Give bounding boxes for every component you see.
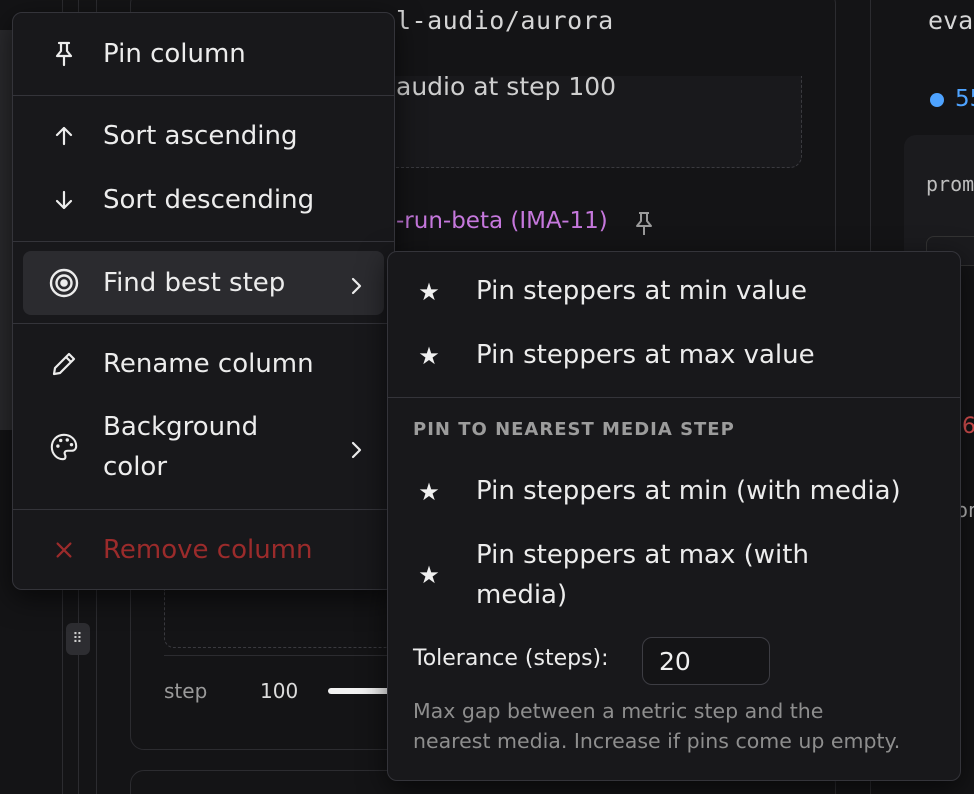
- status-dot: [930, 93, 944, 107]
- left-strip: [0, 30, 12, 430]
- pin-max-media-label-line2: media): [476, 580, 568, 610]
- arrow-down-icon: [43, 179, 85, 221]
- remove-column-item[interactable]: Remove column: [23, 529, 384, 571]
- menu-separator: [13, 95, 394, 96]
- pin-max-value-label: Pin steppers at max value: [476, 340, 815, 370]
- right-column-header: eva: [928, 6, 974, 35]
- right-red-value: 6: [962, 414, 974, 439]
- sort-ascending-item[interactable]: Sort ascending: [23, 115, 384, 157]
- step-value: 100: [260, 679, 299, 703]
- star-icon: ★: [418, 278, 440, 306]
- pin-column-label: Pin column: [103, 39, 246, 69]
- pin-min-value-item[interactable]: ★ Pin steppers at min value: [388, 271, 960, 313]
- menu-separator: [13, 241, 394, 242]
- target-icon: [43, 262, 85, 304]
- arrow-up-icon: [43, 115, 85, 157]
- pin-column-item[interactable]: Pin column: [23, 33, 384, 75]
- background-color-label-line1: Background: [103, 412, 259, 442]
- pin-max-media-label: Pin steppers at max (with media): [476, 535, 809, 615]
- remove-column-label: Remove column: [103, 535, 313, 565]
- sort-descending-label: Sort descending: [103, 185, 315, 215]
- palette-icon: [43, 426, 85, 468]
- step-slider[interactable]: [328, 688, 390, 694]
- pin-min-media-label: Pin steppers at min (with media): [476, 476, 901, 506]
- pin-icon: [43, 33, 85, 75]
- help-line-2: nearest media. Increase if pins come up …: [413, 729, 901, 753]
- star-icon: ★: [418, 561, 440, 589]
- section-header: PIN TO NEAREST MEDIA STEP: [413, 419, 735, 440]
- pin-max-media-label-line1: Pin steppers at max (with: [476, 540, 809, 570]
- drag-handle-icon[interactable]: ⠿: [66, 623, 90, 655]
- menu-separator: [13, 509, 394, 510]
- star-icon: ★: [418, 478, 440, 506]
- tolerance-help-text: Max gap between a metric step and the ne…: [413, 696, 953, 756]
- star-icon: ★: [418, 342, 440, 370]
- step-label: step: [164, 679, 208, 703]
- pencil-icon: [43, 343, 85, 385]
- pin-min-media-item[interactable]: ★ Pin steppers at min (with media): [388, 471, 960, 513]
- menu-separator: [388, 397, 960, 398]
- rename-column-label: Rename column: [103, 349, 314, 379]
- background-color-label-line2: color: [103, 452, 168, 482]
- tolerance-label: Tolerance (steps):: [413, 646, 609, 671]
- column-context-menu: Pin column Sort ascending Sort descendin…: [12, 12, 395, 590]
- tolerance-input[interactable]: [642, 637, 770, 685]
- media-dropzone: [164, 590, 394, 648]
- audio-caption: audio at step 100: [396, 72, 617, 101]
- right-value: 55: [955, 86, 974, 112]
- menu-separator: [13, 323, 394, 324]
- run-label[interactable]: -run-beta (IMA-11): [396, 208, 608, 234]
- sort-descending-item[interactable]: Sort descending: [23, 179, 384, 221]
- sort-ascending-label: Sort ascending: [103, 121, 298, 151]
- pin-min-value-label: Pin steppers at min value: [476, 276, 808, 306]
- pin-max-media-item[interactable]: ★ Pin steppers at max (with media): [388, 535, 960, 615]
- background-color-item[interactable]: Background color: [23, 405, 384, 489]
- pin-max-value-item[interactable]: ★ Pin steppers at max value: [388, 335, 960, 377]
- close-icon: [43, 529, 85, 571]
- background-color-label: Background color: [103, 407, 258, 487]
- pin-icon[interactable]: [632, 210, 656, 238]
- chevron-right-icon: [346, 437, 366, 459]
- help-line-1: Max gap between a metric step and the: [413, 699, 824, 723]
- find-best-step-item[interactable]: Find best step: [23, 251, 384, 315]
- find-best-step-submenu: ★ Pin steppers at min value ★ Pin steppe…: [387, 251, 961, 781]
- find-best-step-label: Find best step: [103, 268, 286, 298]
- repo-path: l-audio/aurora: [396, 6, 614, 35]
- chevron-right-icon: [346, 273, 366, 295]
- divider: [164, 655, 394, 656]
- prompt-label: prom: [926, 172, 974, 196]
- rename-column-item[interactable]: Rename column: [23, 343, 384, 385]
